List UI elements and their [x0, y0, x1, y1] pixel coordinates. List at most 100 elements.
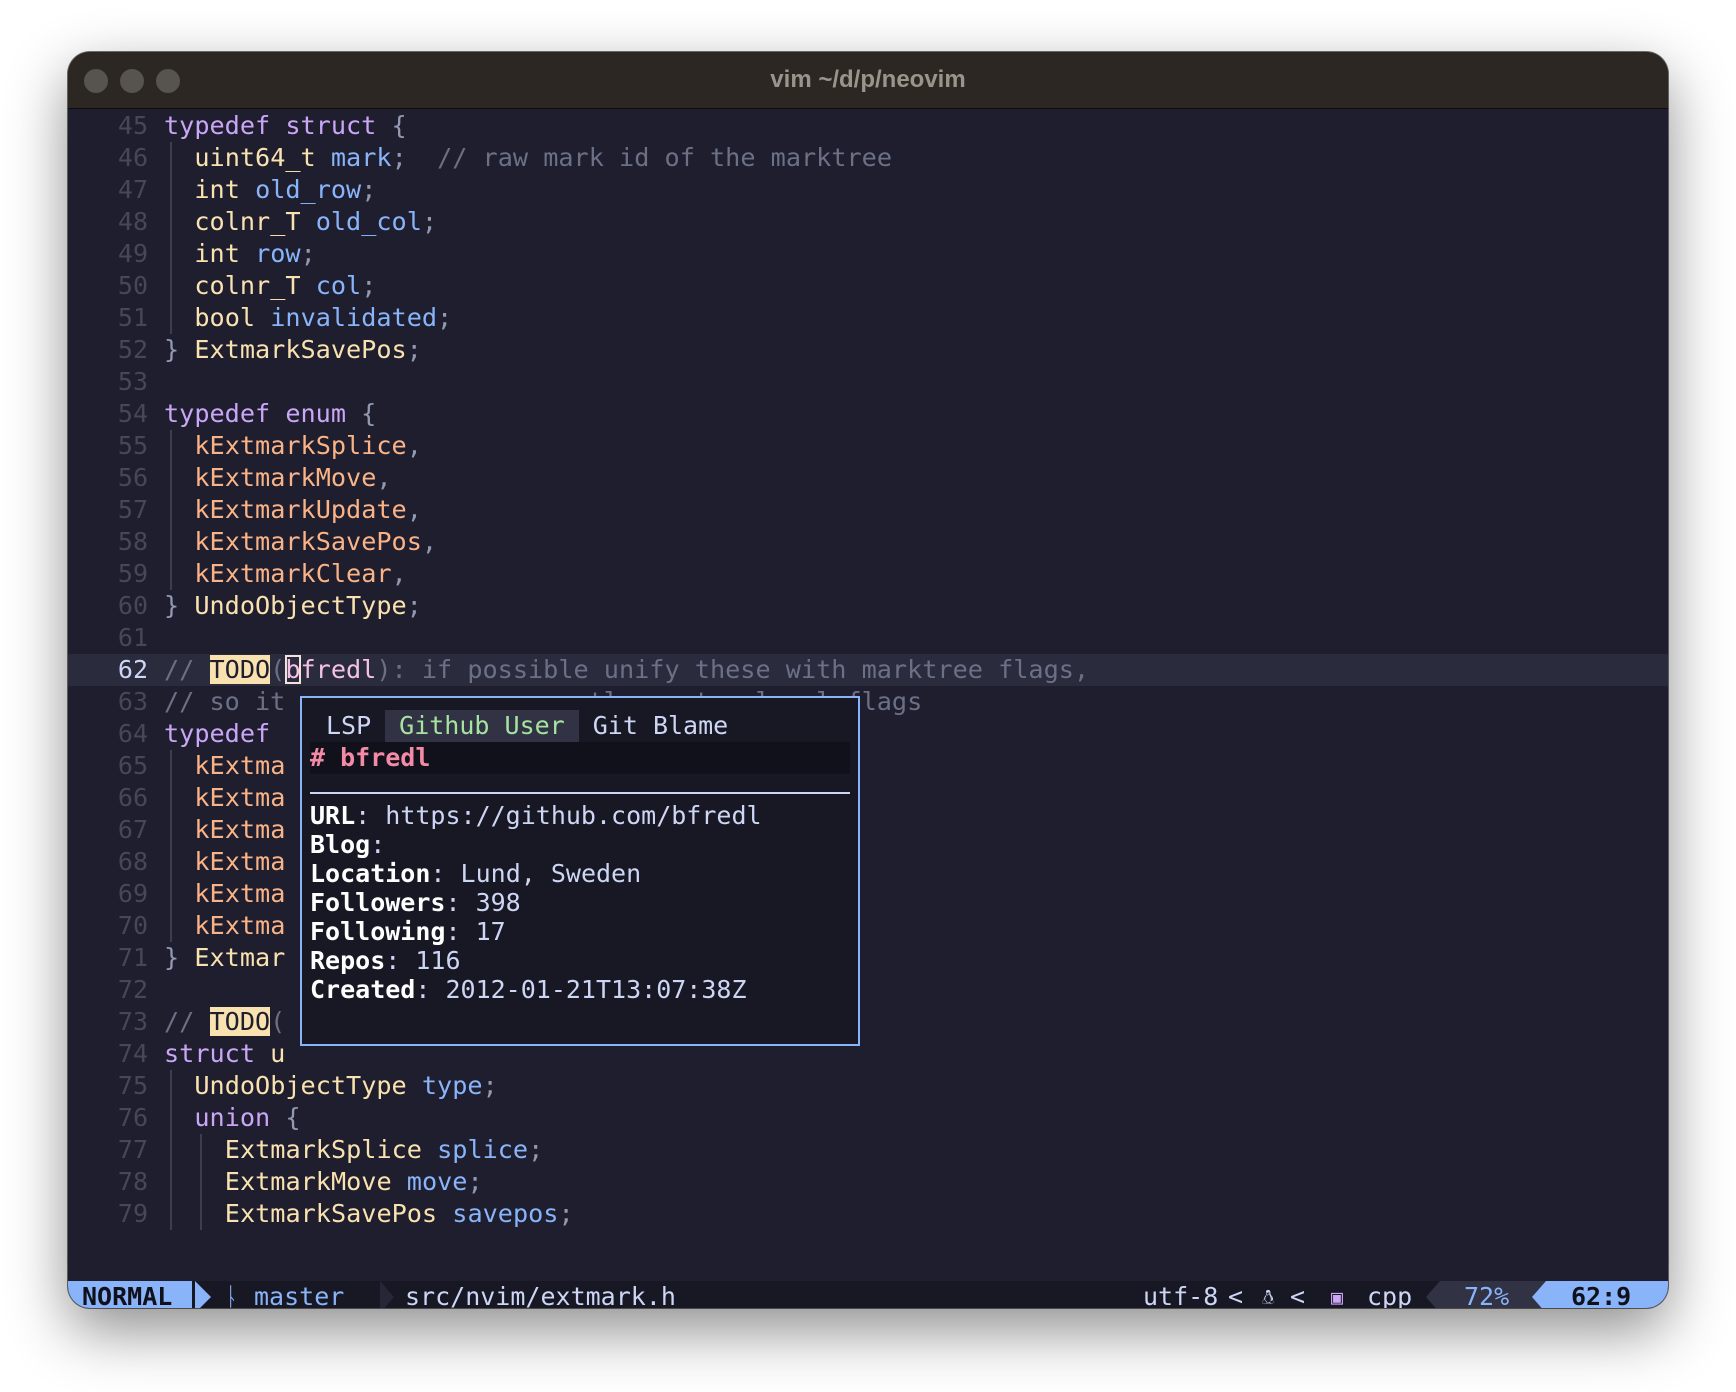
popup-tab[interactable]: Github User [385, 710, 579, 742]
hover-popup[interactable]: LSP Github User Git Blame # bfredl URL: ht… [300, 696, 860, 1046]
code-line[interactable]: 53 [68, 366, 1668, 398]
code-line[interactable]: 48 colnr_T old_col; [68, 206, 1668, 238]
linux-tux-icon: 🐧︎ [1262, 1285, 1275, 1308]
field-value[interactable]: https://github.com/bfredl [370, 801, 761, 830]
code-line[interactable]: 54 typedef enum { [68, 398, 1668, 430]
field-value: 17 [460, 917, 506, 946]
line-number: 52 [117, 335, 148, 364]
code-text: kExtmarkUpdate, [194, 494, 421, 526]
code-text: } ExtmarkSavePos; [164, 334, 422, 366]
code-text: kExtma [194, 782, 285, 814]
code-token: ; [437, 303, 453, 332]
code-token: kExtma [194, 847, 286, 876]
code-token: colnr_T [194, 271, 301, 300]
code-text: typedef [164, 718, 270, 750]
code-line[interactable]: 45 typedef struct { [68, 110, 1668, 142]
code-line[interactable]: 46 uint64_t mark; // raw mark id of the m… [68, 142, 1668, 174]
line-number: 74 [117, 1039, 148, 1068]
field-colon: : [445, 917, 461, 946]
code-token: ; [406, 335, 422, 364]
code-token: kExtma [194, 911, 286, 940]
code-token: , [406, 495, 422, 524]
code-token: kExtmarkClear [194, 559, 392, 588]
code-token: // [164, 655, 210, 684]
git-branch[interactable]: ᚿ master [224, 1281, 344, 1308]
code-line[interactable]: 75 UndoObjectType type; [68, 1070, 1668, 1102]
code-line[interactable]: 78 ExtmarkMove move; [68, 1166, 1668, 1198]
code-line[interactable]: 59 kExtmarkClear, [68, 558, 1668, 590]
code-text: kExtma [194, 910, 285, 942]
code-token: splice [437, 1135, 529, 1164]
line-number: 56 [117, 463, 148, 492]
file-path[interactable]: src/nvim/extmark.h [405, 1281, 676, 1308]
code-token: } [164, 943, 180, 972]
indent-guide [200, 1198, 203, 1230]
code-token: ExtmarkSplice [224, 1135, 422, 1164]
popup-field: Created: 2012-01-21T13:07:38Z [310, 974, 850, 1006]
indent-guide [170, 238, 172, 270]
code-token: ; [361, 175, 377, 204]
code-text: bool invalidated; [194, 302, 452, 334]
editor-buffer[interactable]: 45 typedef struct {46 uint64_t mark; // ra… [68, 108, 1668, 1281]
code-text: kExtma [194, 814, 285, 846]
indent-guide [170, 270, 172, 302]
indent-guide [170, 1102, 172, 1134]
popup-tab[interactable]: Git Blame [579, 710, 742, 742]
code-token: col [315, 271, 362, 300]
code-line[interactable]: 51 bool invalidated; [68, 302, 1668, 334]
code-token: ( [270, 1007, 286, 1036]
field-colon: : [415, 975, 431, 1004]
code-text: } Extmar [164, 942, 285, 974]
code-line[interactable]: 56 kExtmarkMove, [68, 462, 1668, 494]
line-number: 57 [117, 495, 148, 524]
indent-guide [170, 142, 172, 174]
line-number: 55 [117, 431, 148, 460]
git-branch-icon: ᚿ [224, 1282, 240, 1308]
code-line[interactable]: 76 union { [68, 1102, 1668, 1134]
code-token: typedef [164, 399, 271, 428]
line-number: 53 [117, 367, 148, 396]
code-line[interactable]: 61 [68, 622, 1668, 654]
indent-guide [170, 206, 172, 238]
indent-guide [170, 174, 172, 206]
popup-tab[interactable]: LSP [312, 710, 385, 742]
line-number: 76 [117, 1103, 148, 1132]
code-token: { [270, 1103, 301, 1132]
code-line[interactable]: 55 kExtmarkSplice, [68, 430, 1668, 462]
scroll-percent: 72% [1464, 1282, 1510, 1308]
code-text: ExtmarkSplice splice; [225, 1134, 543, 1166]
code-text: struct u [164, 1038, 285, 1070]
indent-guide [170, 910, 172, 942]
code-line[interactable]: 77 ExtmarkSplice splice; [68, 1134, 1668, 1166]
code-line[interactable]: 62 // TODO(bfredl): if possible unify the… [68, 654, 1668, 686]
code-line[interactable]: 60} UndoObjectType; [68, 590, 1668, 622]
code-token: uint64_t [194, 143, 316, 172]
code-token: ; [558, 1199, 574, 1228]
code-line[interactable]: 49 int row; [68, 238, 1668, 270]
code-line[interactable]: 58 kExtmarkSavePos, [68, 526, 1668, 558]
field-colon: : [385, 946, 401, 975]
code-line[interactable]: 57 kExtmarkUpdate, [68, 494, 1668, 526]
code-token: kExtmarkSavePos [194, 527, 422, 556]
indent-guide [170, 494, 172, 526]
code-token: { [376, 111, 407, 140]
code-token: , [406, 431, 422, 460]
code-text: typedef struct { [164, 110, 407, 142]
line-number: 58 [117, 527, 148, 556]
chevron-left-icon: < [1290, 1282, 1306, 1308]
code-token: union [194, 1103, 271, 1132]
code-token: fredl [300, 655, 377, 684]
code-line[interactable]: 79 ExtmarkSavePos savepos; [68, 1198, 1668, 1230]
code-text: } UndoObjectType; [164, 590, 422, 622]
code-line[interactable]: 52 } ExtmarkSavePos; [68, 334, 1668, 366]
code-line[interactable]: 47 int old_row; [68, 174, 1668, 206]
indent-guide [170, 750, 172, 782]
code-line[interactable]: 50 colnr_T col; [68, 270, 1668, 302]
code-token: type [421, 1071, 483, 1100]
line-number: 63 [117, 687, 148, 716]
